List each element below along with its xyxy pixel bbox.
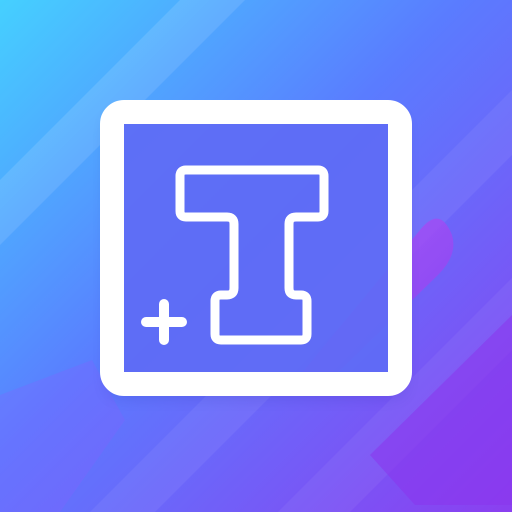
text-add-icon (100, 100, 412, 396)
app-icon[interactable] (0, 0, 512, 512)
